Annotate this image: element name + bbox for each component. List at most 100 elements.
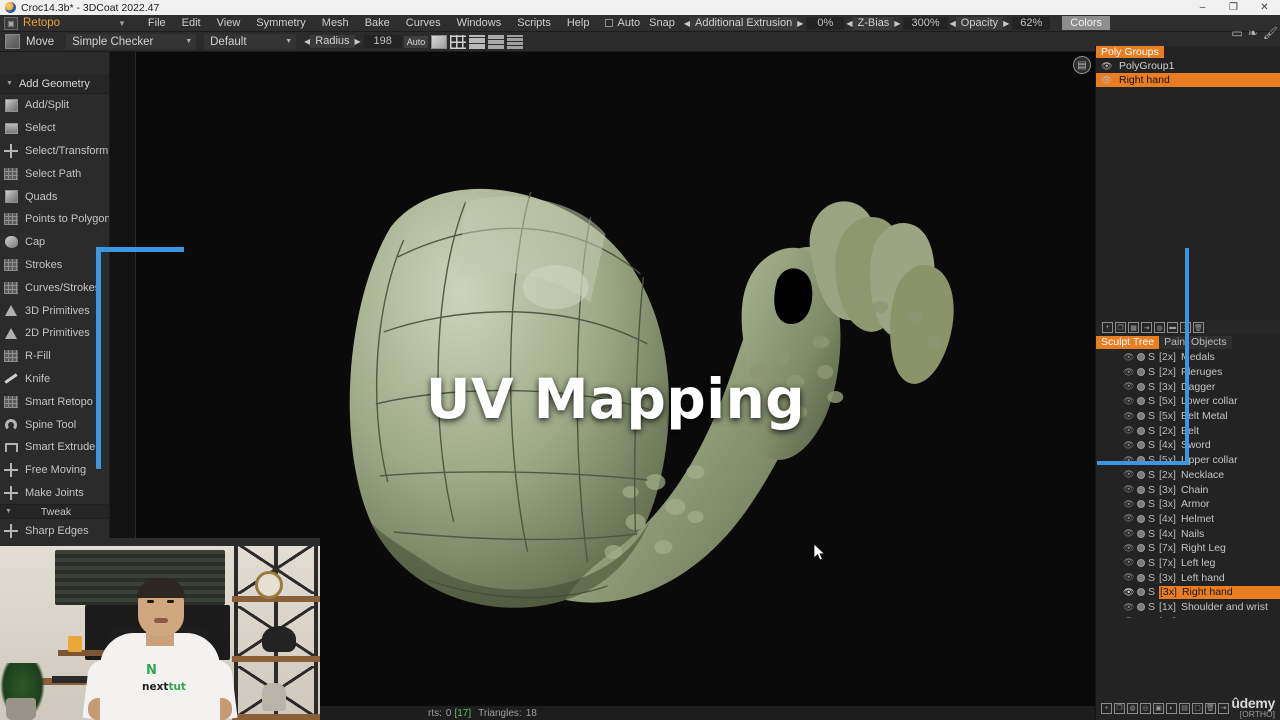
tree-row[interactable]: 👁 S [1x] Shoulder and wrist [1096,600,1280,615]
chevron-right-icon[interactable]: ▶ [894,19,900,28]
retopo-mode-icon[interactable]: ▣ [4,16,18,30]
hidden-eye-icon[interactable]: 👁 [1123,543,1134,554]
menu-help[interactable]: Help [559,15,598,32]
add-icon[interactable]: + [1101,702,1112,714]
layer-color-dot[interactable] [1137,397,1145,406]
menu-file[interactable]: File [140,15,174,32]
additional-extrusion-slider[interactable]: ◀ Additional Extrusion ▶ 0% [684,16,845,30]
tool-cap[interactable]: Cap [0,231,109,254]
tree-row[interactable]: 👁 S [3x] Chain [1096,482,1280,497]
polygroup-row[interactable]: 👁 PolyGroup1 [1096,59,1280,73]
hidden-eye-icon[interactable]: 👁 [1123,425,1134,436]
tool-smart-extrude[interactable]: Smart Extrude [0,436,109,459]
hidden-eye-icon[interactable]: 👁 [1123,602,1134,613]
layer-color-dot[interactable] [1137,368,1145,377]
palette-icon[interactable]: ❧ [1248,26,1258,40]
tool-select-path[interactable]: Select Path [0,162,109,185]
snap-points-icon[interactable] [431,34,448,49]
layer-color-dot[interactable] [1137,558,1145,567]
auto-snap-checkbox[interactable] [605,19,614,27]
tool-quads[interactable]: Quads [0,185,109,208]
preset-dropdown[interactable]: Default ▼ [204,34,297,49]
menu-bake[interactable]: Bake [357,15,398,32]
tool-knife[interactable]: Knife [0,368,109,391]
save-icon[interactable]: ▣ [1153,702,1164,714]
close-button[interactable]: ✕ [1249,0,1280,15]
export-icon[interactable]: ⇥ [1218,702,1229,714]
tree-row[interactable]: 👁 S [4x] Helmet [1096,512,1280,527]
eye-icon[interactable]: 👁 [1101,61,1112,72]
opacity-value[interactable]: 62% [1012,16,1051,30]
frame-icon[interactable]: ▭ [1231,26,1242,40]
layer-color-dot[interactable] [1137,544,1145,553]
layer-color-dot[interactable] [1137,573,1145,582]
doc-icon[interactable]: ▢ [1192,702,1203,714]
checker-preset-dropdown[interactable]: Simple Checker ▼ [66,34,197,49]
tool-points-to-polygons[interactable]: Points to Polygons [0,208,109,231]
tab-sculpt-tree[interactable]: Sculpt Tree [1096,336,1160,349]
tree-row[interactable]: 👁 S [7x] Left leg [1096,556,1280,571]
minimize-button[interactable]: – [1187,0,1218,15]
copy-icon[interactable]: ❐ [1114,702,1125,714]
tree-row[interactable]: 👁 S [2x] Necklace [1096,468,1280,483]
layer-color-dot[interactable] [1137,485,1145,494]
tool-free-moving[interactable]: Free Moving [0,459,109,482]
layer-color-dot[interactable] [1137,603,1145,612]
layer-color-dot[interactable] [1137,514,1145,523]
hidden-eye-icon[interactable]: 👁 [1123,572,1134,583]
hidden-eye-icon[interactable]: 👁 [1123,499,1134,510]
merge-icon[interactable]: ⇥ [1141,322,1152,333]
tab-paint-objects[interactable]: Paint Objects [1159,336,1232,349]
menu-curves[interactable]: Curves [398,15,449,32]
mode-name[interactable]: Retopo [23,17,118,29]
tree-row[interactable]: 👁 S [2x] Spear [1096,614,1280,618]
circle-icon[interactable]: ◍ [1127,702,1138,714]
layer-color-dot[interactable] [1137,588,1145,597]
menu-windows[interactable]: Windows [449,15,510,32]
layer-color-dot[interactable] [1137,353,1145,362]
hidden-eye-icon[interactable]: 👁 [1123,381,1134,392]
hidden-eye-icon[interactable]: 👁 [1123,557,1134,568]
grid-icon[interactable]: ▦ [1128,322,1139,333]
tool-make-joints[interactable]: Make Joints [0,482,109,505]
hidden-eye-icon[interactable]: 👁 [1123,513,1134,524]
hidden-eye-icon[interactable]: 👁 [1123,528,1134,539]
layer-color-dot[interactable] [1137,470,1145,479]
info-icon[interactable]: ◍ [1154,322,1165,333]
tool-curves-strokes[interactable]: Curves/Strokes [0,276,109,299]
tool-spine[interactable]: Spine Tool [0,413,109,436]
hidden-eye-icon[interactable]: 👁 [1123,411,1134,422]
tool-r-fill[interactable]: R-Fill [0,345,109,368]
chevron-right-icon[interactable]: ▶ [1003,19,1009,28]
eye-icon[interactable]: 👁 [1101,75,1112,86]
chevron-right-icon[interactable]: ▶ [797,19,803,28]
hidden-eye-icon[interactable]: 👁 [1123,616,1134,618]
snap-cells-icon[interactable] [507,34,524,49]
radius-value[interactable]: 198 [363,35,402,48]
colors-button[interactable]: Colors [1062,16,1111,30]
layer-color-dot[interactable] [1137,382,1145,391]
mode-dropdown-caret[interactable]: ▼ [118,19,126,28]
tree-row[interactable]: 👁 S [7x] Right Leg [1096,541,1280,556]
layer-color-dot[interactable] [1137,529,1145,538]
layer-color-dot[interactable] [1137,426,1145,435]
auto-button[interactable]: Auto [403,35,429,48]
additional-extrusion-value[interactable]: 0% [806,16,845,30]
snap-grid-icon[interactable] [450,34,467,49]
fill-icon[interactable]: ▬ [1167,322,1178,333]
duplicate-icon[interactable]: ❐ [1115,322,1126,333]
tool-add-split[interactable]: Add/Split [0,94,109,117]
tool-2d-primitives[interactable]: 2D Primitives [0,322,109,345]
bar-icon[interactable]: ▤ [1179,702,1190,714]
tab-poly-groups[interactable]: Poly Groups [1096,46,1164,58]
tool-smart-retopo[interactable]: Smart Retopo [0,390,109,413]
polygroup-row-selected[interactable]: 👁 Right hand [1096,73,1280,87]
trash-icon[interactable]: 🗑 [1205,702,1216,714]
add-geometry-group-header[interactable]: ▼ Add Geometry [0,74,109,94]
tree-row-selected[interactable]: 👁 S [3x] Right hand [1096,585,1280,600]
delete-icon[interactable]: 🗑 [1193,322,1204,333]
layer-color-dot[interactable] [1137,412,1145,421]
layer-color-dot[interactable] [1137,441,1145,450]
hidden-eye-icon[interactable]: 👁 [1123,440,1134,451]
snap-faces-icon[interactable] [488,34,505,49]
